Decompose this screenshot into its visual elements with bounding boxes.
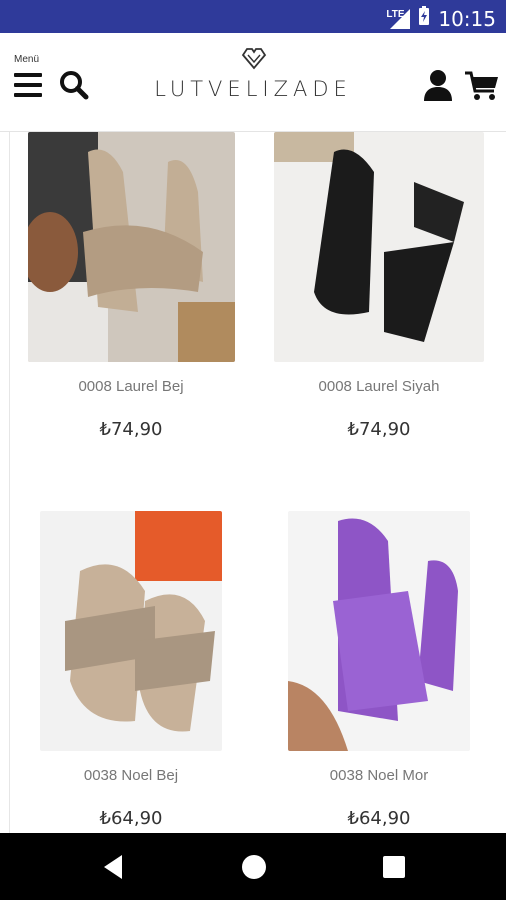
product-image[interactable] [274,132,484,362]
product-card[interactable]: 0038 Noel Bej ₺64,90 [16,511,246,829]
divider [9,132,10,833]
back-icon[interactable] [104,855,122,879]
product-name[interactable]: 0008 Laurel Bej [16,378,246,395]
product-price: ₺64,90 [347,808,411,829]
product-card[interactable]: 0008 Laurel Siyah ₺74,90 [264,132,494,440]
product-image[interactable] [27,132,235,362]
clock: 10:15 [438,6,496,31]
product-card[interactable]: 0008 Laurel Bej ₺74,90 [16,132,246,440]
cart-icon[interactable] [465,71,499,101]
product-image[interactable] [40,511,222,751]
product-grid: 0008 Laurel Bej ₺74,90 0008 Laurel Siyah… [0,132,506,833]
user-icon[interactable] [423,69,453,101]
signal-icon: LTE [386,8,411,29]
brand-logo-icon [241,46,267,70]
product-name[interactable]: 0008 Laurel Siyah [264,378,494,395]
recent-apps-icon[interactable] [383,856,405,878]
menu-label: Menü [14,54,40,65]
app-header: Menü LUTVELIZADE [0,33,506,132]
product-price: ₺74,90 [347,419,411,440]
home-icon[interactable] [242,855,266,879]
status-bar: LTE 10:15 [0,0,506,33]
battery-icon [418,6,430,31]
product-name[interactable]: 0038 Noel Bej [16,767,246,784]
product-name[interactable]: 0038 Noel Mor [264,767,494,784]
system-nav-bar [0,833,506,900]
product-card[interactable]: 0038 Noel Mor ₺64,90 [264,511,494,829]
product-price: ₺64,90 [99,808,163,829]
product-price: ₺74,90 [99,419,163,440]
network-type: LTE [386,8,405,20]
product-image[interactable] [288,511,470,751]
